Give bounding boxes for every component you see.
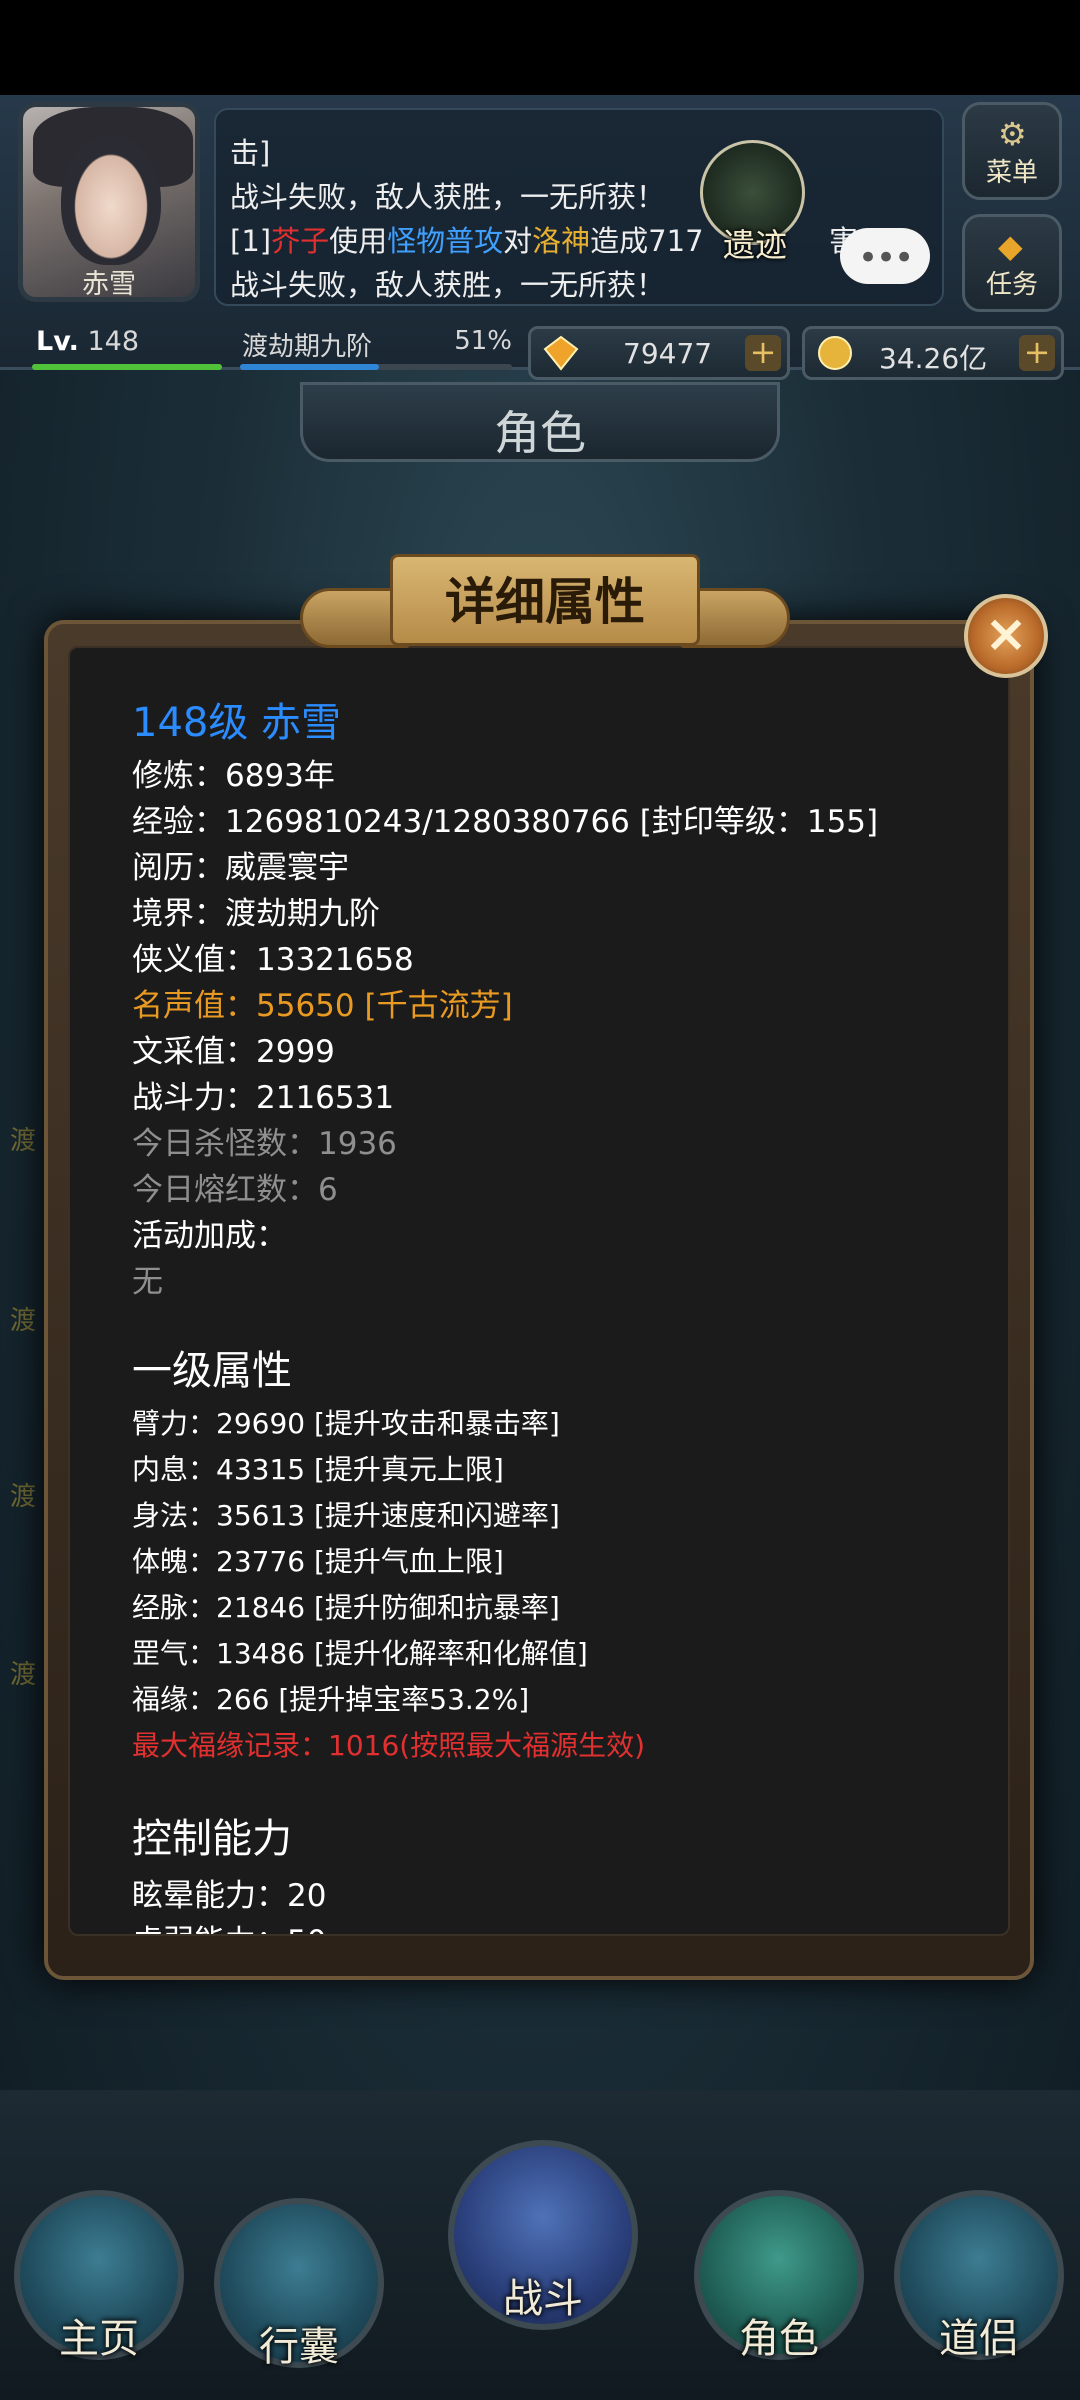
nav-role-label: 角色 — [739, 2316, 819, 2362]
attr-line: 侠义值：13321658 — [132, 942, 414, 978]
log-line: 击] — [230, 136, 271, 170]
page-title: 角色 — [494, 406, 586, 460]
realm-name: 渡劫期九阶 — [242, 332, 373, 362]
add-diamond-button[interactable]: + — [745, 335, 781, 371]
status-bar — [0, 0, 1080, 95]
gear-icon: ⚙ — [998, 115, 1027, 153]
attr-line: 福缘：266 [提升掉宝率53.2%] — [132, 1683, 530, 1716]
attr-line: 经脉：21846 [提升防御和抗暴率] — [132, 1591, 560, 1624]
gold-value: 34.26亿 — [879, 342, 988, 375]
task-button[interactable]: ◆ 任务 — [962, 214, 1062, 312]
attributes-dialog: 148级 赤雪 修炼：6893年 经验：1269810243/128038076… — [44, 620, 1034, 1980]
log-line: [1]芥子使用怪物普攻对洛神造成717 — [230, 224, 704, 258]
battle-log[interactable]: 击] 战斗失败，敌人获胜，一无所获！ [1]芥子使用怪物普攻对洛神造成717 害… — [214, 108, 944, 306]
close-icon: × — [984, 604, 1028, 664]
attr-line: 阅历：威震寰宇 — [132, 850, 349, 886]
background-label: 渡 — [10, 1482, 37, 1512]
background-label: 渡 — [10, 1660, 37, 1690]
add-gold-button[interactable]: + — [1019, 335, 1055, 371]
log-line: 战斗失败，敌人获胜，一无所获！ — [230, 180, 666, 214]
more-icon: ••• — [858, 238, 914, 278]
diamond-icon — [543, 335, 579, 371]
level-bar — [32, 364, 222, 370]
dialog-title: 详细属性 — [445, 573, 645, 631]
task-label: 任务 — [985, 270, 1038, 300]
close-button[interactable]: × — [964, 594, 1048, 678]
nav-partner[interactable]: 道侣 — [894, 2190, 1064, 2362]
attr-line: 战斗力：2116531 — [132, 1080, 395, 1116]
section-title: 一级属性 — [132, 1348, 292, 1394]
diamond-value: 79477 — [623, 337, 713, 370]
diamond-icon: ◆ — [998, 227, 1023, 265]
game-screen: 赤雪 击] 战斗失败，敌人获胜，一无所获！ [1]芥子使用怪物普攻对洛神造成71… — [0, 0, 1080, 2400]
dialog-title-banner: 详细属性 — [300, 548, 790, 658]
attr-line: 内息：43315 [提升真元上限] — [132, 1453, 504, 1486]
coin-icon — [818, 336, 852, 370]
attr-line: 罡气：13486 [提升化解率和化解值] — [132, 1637, 588, 1670]
attr-line: 体魄：23776 [提升气血上限] — [132, 1545, 504, 1578]
character-name-line: 148级 赤雪 — [132, 700, 342, 746]
nav-partner-label: 道侣 — [939, 2316, 1019, 2362]
page-title-banner: 角色 — [300, 382, 780, 462]
level-display: Lv. 148 — [24, 326, 224, 372]
nav-bag[interactable]: 行囊 — [214, 2198, 384, 2370]
log-line: 战斗失败，敌人获胜，一无所获！ — [230, 268, 666, 302]
nav-battle[interactable]: 战斗 — [448, 2140, 638, 2330]
nav-bag-label: 行囊 — [259, 2324, 339, 2370]
relic-label: 遗迹 — [722, 226, 787, 264]
level-value: 148 — [87, 326, 140, 357]
attr-line: 臂力：29690 [提升攻击和暴击率] — [132, 1407, 560, 1440]
attr-line: 今日杀怪数：1936 — [132, 1126, 397, 1162]
diamond-currency: 79477 + — [528, 326, 790, 380]
attr-line: 文采值：2999 — [132, 1034, 335, 1070]
player-name: 赤雪 — [82, 269, 136, 300]
gold-currency: 34.26亿 + — [802, 326, 1064, 380]
section-title: 控制能力 — [132, 1816, 292, 1862]
attr-line: 修炼：6893年 — [132, 758, 335, 794]
attr-line: 身法：35613 [提升速度和闪避率] — [132, 1499, 560, 1532]
attr-line: 虚弱能力：50 — [132, 1916, 326, 1934]
nav-home-label: 主页 — [59, 2316, 139, 2362]
realm-bar — [240, 364, 512, 370]
background-label: 渡 — [10, 1126, 37, 1156]
nav-home[interactable]: 主页 — [14, 2190, 184, 2362]
attr-line: 境界：渡劫期九阶 — [132, 896, 380, 932]
chat-bubble-button[interactable]: ••• — [840, 228, 930, 284]
attr-line: 眩晕能力：20 — [132, 1878, 327, 1914]
realm-display: 渡劫期九阶 51% — [236, 326, 516, 372]
menu-label: 菜单 — [985, 158, 1038, 188]
attr-line: 今日熔红数：6 — [132, 1172, 338, 1208]
realm-percent: 51% — [454, 326, 512, 356]
background-label: 渡 — [10, 1306, 37, 1336]
nav-battle-label: 战斗 — [503, 2276, 583, 2322]
max-luck-line: 最大福缘记录：1016(按照最大福源生效) — [132, 1729, 646, 1762]
attributes-panel[interactable]: 148级 赤雪 修炼：6893年 经验：1269810243/128038076… — [68, 646, 1010, 1936]
nav-role[interactable]: 角色 — [694, 2190, 864, 2362]
menu-button[interactable]: ⚙ 菜单 — [962, 102, 1062, 200]
attr-line: 经验：1269810243/1280380766 [封印等级：155] — [132, 804, 879, 840]
fame-line: 名声值：55650 [千古流芳] — [132, 988, 513, 1024]
relic-button[interactable]: 遗迹 — [690, 140, 810, 280]
activity-label: 活动加成： — [132, 1218, 287, 1254]
activity-value: 无 — [132, 1264, 163, 1300]
